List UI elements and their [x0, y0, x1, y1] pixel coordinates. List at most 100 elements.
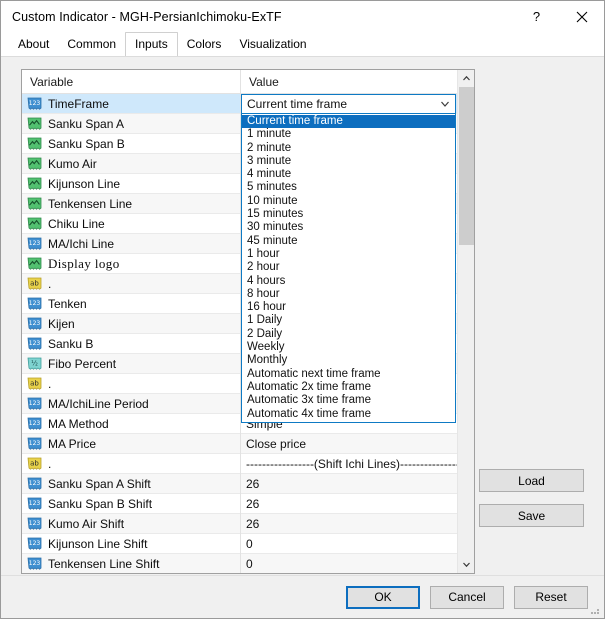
combobox-option[interactable]: 4 hours: [242, 275, 455, 288]
variable-label: MA/Ichi Line: [48, 236, 115, 251]
variable-label: Tenkensen Line: [48, 196, 133, 211]
table-row[interactable]: ab. -----------------(Shift Ichi Lines)--…: [22, 453, 474, 474]
variable-label: Sanku B: [48, 336, 94, 351]
load-button[interactable]: Load: [479, 469, 584, 492]
value-cell[interactable]: 0: [240, 553, 474, 573]
tab-colors[interactable]: Colors: [177, 34, 231, 56]
variable-cell: Kumo Air: [22, 157, 240, 171]
table-row[interactable]: 123 Kijunson Line Shift 0: [22, 533, 474, 554]
svg-text:½: ½: [31, 359, 38, 367]
column-header-variable: Variable: [30, 75, 74, 89]
resize-grip-icon[interactable]: [589, 604, 601, 616]
int-123-icon: 123: [27, 397, 42, 410]
variable-cell: Sanku Span A: [22, 117, 240, 131]
variable-label: MA Price: [48, 436, 97, 451]
combobox-option[interactable]: 1 minute: [242, 128, 455, 141]
table-row[interactable]: 123 Sanku Span A Shift 26: [22, 473, 474, 494]
custom-indicator-dialog: Custom Indicator - MGH-PersianIchimoku-E…: [0, 0, 605, 619]
value-cell[interactable]: 26: [240, 493, 474, 514]
ok-button[interactable]: OK: [346, 585, 420, 609]
variable-cell: 123 MA/IchiLine Period: [22, 397, 240, 411]
variable-label: Kumo Air Shift: [48, 516, 125, 531]
variable-label: Kumo Air: [48, 156, 97, 171]
int-123-icon: 123: [27, 497, 42, 510]
svg-text:123: 123: [29, 540, 41, 547]
cancel-button[interactable]: Cancel: [430, 585, 504, 609]
combobox-option[interactable]: 1 Daily: [242, 314, 455, 327]
table-row[interactable]: 123 Kumo Air Shift 26: [22, 513, 474, 534]
combobox-option[interactable]: Automatic 3x time frame: [242, 394, 455, 407]
combobox-option[interactable]: 1 hour: [242, 248, 455, 261]
variable-label: Kijunson Line Shift: [48, 536, 148, 551]
chart-line-icon: [27, 257, 42, 271]
value-cell[interactable]: Close price: [240, 433, 474, 454]
tab-inputs[interactable]: Inputs: [125, 32, 178, 56]
combobox-field[interactable]: Current time frame: [241, 94, 456, 114]
combobox-option[interactable]: Weekly: [242, 341, 455, 354]
int-123-icon: 123: [27, 417, 42, 431]
scrollbar-thumb[interactable]: [459, 87, 474, 245]
tab-visualization[interactable]: Visualization: [230, 34, 316, 56]
table-row[interactable]: 123 Sanku Span B Shift 26: [22, 493, 474, 514]
reset-button[interactable]: Reset: [514, 585, 588, 609]
tab-common[interactable]: Common: [58, 34, 126, 56]
int-123-icon: 123: [27, 337, 42, 350]
variable-cell: 123 Kijunson Line Shift: [22, 537, 240, 551]
combobox-option[interactable]: Current time frame: [242, 115, 455, 129]
combobox-option[interactable]: Automatic next time frame: [242, 368, 455, 381]
tab-about[interactable]: About: [9, 34, 59, 56]
variable-cell: ab.: [22, 457, 240, 471]
side-button-group: Load Save: [479, 469, 584, 527]
combobox-option[interactable]: 3 minute: [242, 155, 455, 168]
int-123-icon: 123: [27, 317, 42, 330]
value-cell[interactable]: 26: [240, 473, 474, 494]
timeframe-combobox[interactable]: Current time frame Current time frame 1 m…: [241, 94, 456, 423]
scroll-down-button[interactable]: [458, 556, 474, 573]
chart-line-icon: [27, 217, 42, 231]
combobox-option[interactable]: 2 hour: [242, 261, 455, 274]
combobox-option[interactable]: 45 minute: [242, 235, 455, 248]
string-ab-icon: ab: [27, 457, 42, 471]
combobox-option[interactable]: 30 minutes: [242, 221, 455, 234]
chart-line-icon: [27, 157, 42, 170]
help-button[interactable]: ?: [514, 1, 559, 32]
variable-cell: 123 Tenken: [22, 297, 240, 311]
int-123-icon: 123: [27, 477, 42, 491]
value-cell[interactable]: 26: [240, 513, 474, 534]
column-header-value: Value: [240, 70, 474, 93]
variable-label: MA Method: [48, 416, 109, 431]
chart-line-icon: [27, 177, 42, 190]
variable-label: Chiku Line: [48, 216, 105, 231]
value-cell[interactable]: 0: [240, 533, 474, 554]
combobox-option[interactable]: Automatic 2x time frame: [242, 381, 455, 394]
combobox-option[interactable]: 5 minutes: [242, 181, 455, 194]
variable-cell: ½ Fibo Percent: [22, 357, 240, 371]
combobox-option[interactable]: 10 minute: [242, 195, 455, 208]
table-row[interactable]: 123 MA Price Close price: [22, 433, 474, 454]
value-cell[interactable]: -----------------(Shift Ichi Lines)-----…: [240, 453, 474, 474]
chevron-down-icon[interactable]: [439, 98, 451, 113]
string-ab-icon: ab: [27, 277, 42, 291]
combobox-option[interactable]: 2 minute: [242, 142, 455, 155]
combobox-option[interactable]: Automatic 4x time frame: [242, 408, 455, 421]
int-123-icon: 123: [27, 537, 42, 550]
combobox-option[interactable]: Monthly: [242, 354, 455, 367]
combobox-option[interactable]: 2 Daily: [242, 328, 455, 341]
variable-label: Fibo Percent: [48, 356, 117, 371]
combobox-option[interactable]: 8 hour: [242, 288, 455, 301]
variable-label: TimeFrame: [48, 96, 109, 111]
combobox-dropdown-list[interactable]: Current time frame 1 minute 2 minute 3 minu…: [241, 114, 456, 423]
variable-cell: Tenkensen Line: [22, 197, 240, 211]
table-row[interactable]: 123 Tenkensen Line Shift 0: [22, 553, 474, 573]
svg-text:123: 123: [29, 100, 41, 107]
combobox-option[interactable]: 15 minutes: [242, 208, 455, 221]
combobox-option[interactable]: 4 minute: [242, 168, 455, 181]
svg-text:123: 123: [29, 440, 41, 447]
scroll-up-button[interactable]: [458, 70, 474, 87]
combobox-option[interactable]: 16 hour: [242, 301, 455, 314]
title-bar: Custom Indicator - MGH-PersianIchimoku-E…: [1, 1, 604, 32]
save-button[interactable]: Save: [479, 504, 584, 527]
variable-label: Sanku Span A Shift: [48, 476, 151, 491]
close-button[interactable]: [559, 1, 604, 32]
grid-scrollbar[interactable]: [457, 70, 474, 573]
